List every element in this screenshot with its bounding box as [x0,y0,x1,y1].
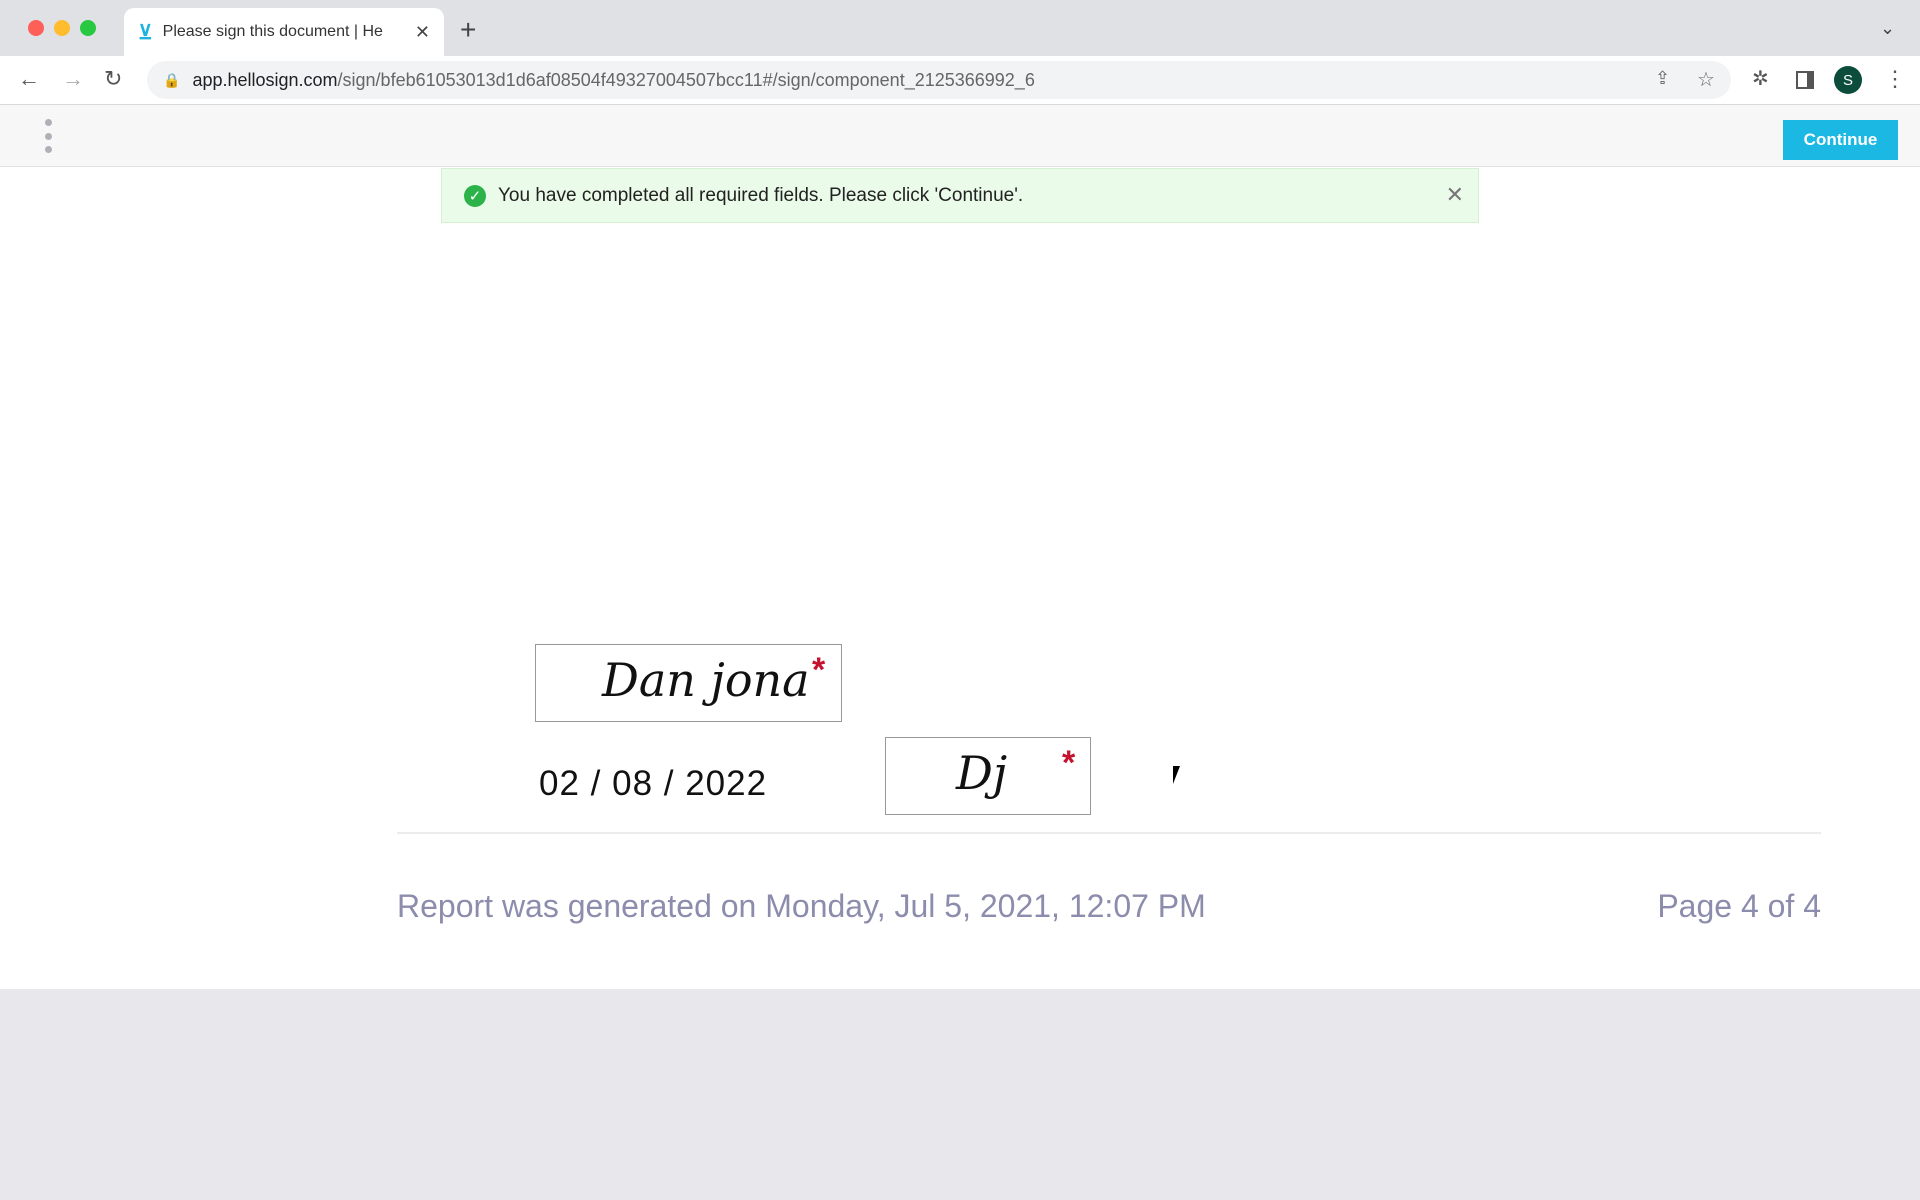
signature-field[interactable]: Dan jona * [535,644,842,722]
close-banner-icon[interactable]: ✕ [1446,182,1464,208]
maximize-window-button[interactable] [80,20,96,36]
close-tab-icon[interactable]: ✕ [415,22,430,43]
report-generated-text: Report was generated on Monday, Jul 5, 2… [397,888,1206,924]
profile-avatar[interactable]: S [1834,66,1862,94]
browser-menu-icon[interactable]: ⋮ [1884,66,1906,92]
lock-icon: 🔒 [163,71,181,88]
tab-bar: ⊻ Please sign this document | He ✕ + ⌄ [0,0,1920,56]
date-signed-field[interactable]: 02 / 08 / 2022 [539,764,767,804]
required-marker: * [1062,744,1076,782]
footer-divider [397,832,1821,834]
forward-icon[interactable]: → [62,66,84,92]
initials-value: Dj [956,746,1008,800]
address-bar[interactable]: 🔒 app.hellosign.com/sign/bfeb61053013d1d… [147,61,1731,99]
page-number: Page 4 of 4 [1657,888,1821,924]
tab-title: Please sign this document | He [162,23,383,40]
check-circle-icon: ✓ [464,184,486,207]
bookmark-star-icon[interactable]: ☆ [1697,67,1715,92]
browser-tab[interactable]: ⊻ Please sign this document | He ✕ [124,8,444,56]
signer-toolbar: Continue [0,105,1920,167]
reload-icon[interactable]: ↻ [104,66,122,92]
signature-value: Dan jona [602,653,810,707]
url-host: app.hellosign.com [192,69,338,90]
extensions-icon[interactable]: ✲ [1752,66,1769,91]
tab-search-chevron-icon[interactable]: ⌄ [1880,18,1895,39]
hellosign-logo-icon: ⊻ [138,21,153,44]
document-page [0,167,1920,989]
more-options-icon[interactable] [44,119,52,153]
completion-banner: ✓ You have completed all required fields… [441,168,1479,223]
navigation-bar: ← → ↻ 🔒 app.hellosign.com/sign/bfeb61053… [0,56,1920,105]
required-marker: * [812,651,826,689]
url-path: /sign/bfeb61053013d1d6af08504f4932700450… [337,69,1035,90]
initials-field[interactable]: Dj * [885,737,1091,815]
continue-button[interactable]: Continue [1783,120,1898,160]
new-tab-button[interactable]: + [460,14,476,46]
share-icon[interactable]: ⇪ [1655,68,1670,89]
minimize-window-button[interactable] [54,20,70,36]
mouse-cursor-icon [1173,766,1187,784]
banner-message: You have completed all required fields. … [498,184,1024,206]
back-icon[interactable]: ← [18,66,40,92]
close-window-button[interactable] [28,20,44,36]
side-panel-icon[interactable] [1796,71,1814,89]
